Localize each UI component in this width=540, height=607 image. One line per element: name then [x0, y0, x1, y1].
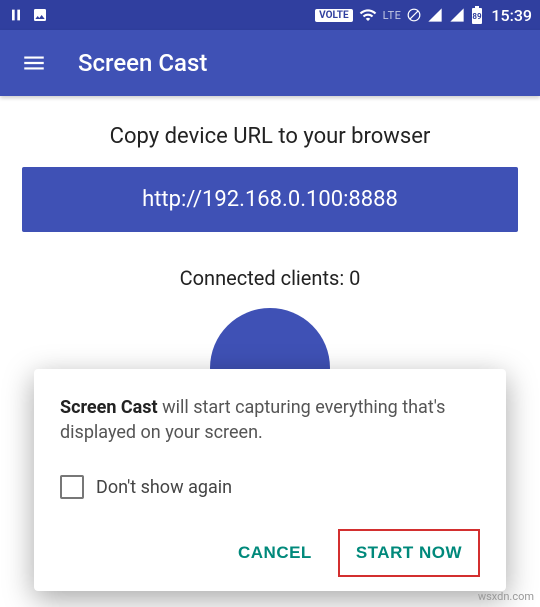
dialog-message: Screen Cast will start capturing everyth… — [60, 395, 480, 445]
dialog-overlay: Screen Cast will start capturing everyth… — [0, 0, 540, 607]
cancel-button[interactable]: CANCEL — [222, 529, 328, 577]
dont-show-row[interactable]: Don't show again — [60, 475, 480, 499]
permission-dialog: Screen Cast will start capturing everyth… — [34, 369, 506, 591]
dialog-app-name: Screen Cast — [60, 397, 158, 418]
start-now-button[interactable]: START NOW — [340, 531, 478, 575]
dont-show-checkbox[interactable] — [60, 475, 84, 499]
watermark: wsxdn.com — [478, 590, 534, 603]
dialog-actions: CANCEL START NOW — [60, 529, 480, 577]
start-now-highlight: START NOW — [338, 529, 480, 577]
dont-show-label: Don't show again — [96, 477, 232, 498]
